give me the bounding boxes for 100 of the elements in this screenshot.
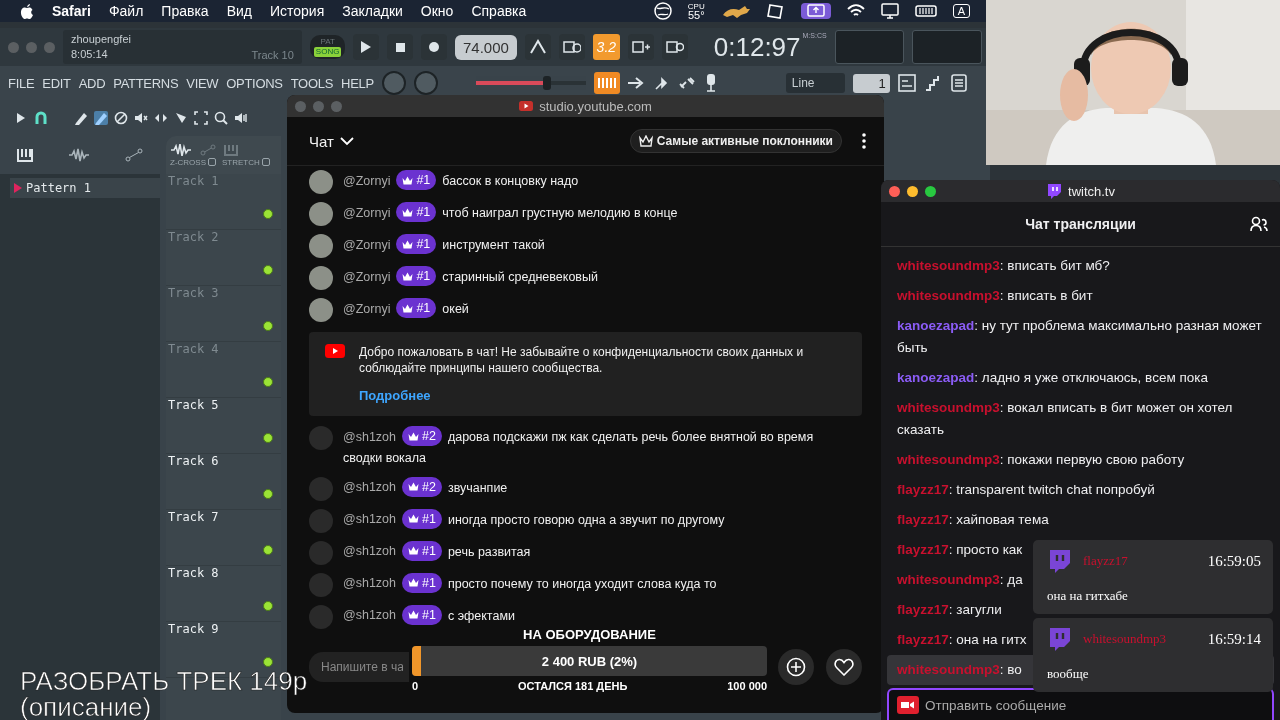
author-name[interactable]: @Zornyi: [343, 173, 391, 188]
message-field[interactable]: Отправить сообщение: [887, 688, 1274, 720]
author-name[interactable]: @sh1zoh: [343, 576, 396, 590]
pattern-item[interactable]: Pattern 1: [10, 178, 160, 198]
learn-more-link[interactable]: Подробнее: [359, 388, 431, 404]
speaker-icon[interactable]: [234, 111, 248, 125]
window-icon[interactable]: [766, 3, 785, 19]
slip-icon[interactable]: [154, 111, 168, 125]
brush-icon[interactable]: [94, 111, 108, 125]
stop-button[interactable]: [387, 34, 414, 60]
magnet-icon[interactable]: [34, 111, 48, 125]
author-name[interactable]: @Zornyi: [343, 269, 391, 284]
menu-item[interactable]: История: [269, 3, 325, 19]
pencil-icon[interactable]: [74, 111, 88, 125]
chat-message: @Zornyi #1 окей: [343, 298, 469, 320]
menu-item[interactable]: Закладки: [342, 3, 403, 19]
menu-item[interactable]: FILE: [8, 75, 35, 91]
track-enable-dot[interactable]: [263, 601, 273, 611]
toolbar-button[interactable]: [558, 34, 585, 60]
window-control[interactable]: [889, 185, 900, 197]
select-icon[interactable]: [194, 111, 208, 125]
track-enable-dot[interactable]: [263, 265, 273, 275]
menu-item[interactable]: EDIT: [42, 75, 71, 91]
mode-option[interactable]: SONG: [313, 47, 342, 57]
author-name[interactable]: @sh1zoh: [343, 544, 396, 558]
users-icon[interactable]: [1250, 216, 1268, 232]
chat-bubble-icon: [1046, 183, 1062, 199]
apple-icon[interactable]: [20, 3, 34, 19]
toolbar-button[interactable]: [661, 34, 688, 60]
like-button[interactable]: [826, 649, 862, 685]
user-name: zhoupengfei: [71, 32, 132, 47]
track-enable-dot[interactable]: [263, 545, 273, 555]
message-field[interactable]: Напишите в ча: [309, 652, 409, 682]
camera-icon[interactable]: [897, 696, 919, 714]
toolbar-button[interactable]: [524, 34, 551, 60]
add-button[interactable]: [778, 649, 814, 685]
chevron-down-icon[interactable]: [339, 136, 354, 146]
no-entry-icon[interactable]: [114, 111, 128, 125]
list-icon[interactable]: [949, 74, 968, 92]
notification-toast[interactable]: flayzz17 16:59:05 она на гитхабе: [1033, 540, 1273, 614]
track-enable-dot[interactable]: [263, 377, 273, 387]
chat-message: @sh1zoh #2 дарова подскажи пж как сделать речь более внятной во время сводки вокала: [343, 426, 823, 469]
author-name[interactable]: @Zornyi: [343, 301, 391, 316]
menu-item[interactable]: Правка: [161, 3, 209, 19]
steps-icon[interactable]: [923, 74, 942, 92]
snap-dropdown[interactable]: Line: [785, 73, 845, 93]
notification-toast[interactable]: whitesoundmp3 16:59:14 вообще: [1033, 618, 1273, 692]
menu-item[interactable]: HELP: [341, 75, 374, 91]
app-menu[interactable]: Safari: [52, 3, 91, 19]
step-field[interactable]: 1: [852, 73, 890, 93]
toggle-option[interactable]: Z-CROSS: [170, 157, 216, 167]
menu-item[interactable]: VIEW: [186, 75, 219, 91]
arrow-right-icon[interactable]: [627, 76, 646, 90]
mute-icon[interactable]: [134, 111, 148, 125]
window-control[interactable]: [907, 185, 918, 197]
memory-icon[interactable]: [914, 4, 937, 18]
track-enable-dot[interactable]: [263, 321, 273, 331]
tempo-field[interactable]: 74.000: [455, 34, 517, 60]
automation-icon[interactable]: [124, 148, 143, 162]
toolbar-button[interactable]: [628, 34, 654, 60]
screen-share-icon[interactable]: [806, 4, 825, 18]
track-enable-dot[interactable]: [263, 433, 273, 443]
menu-item[interactable]: ADD: [78, 75, 106, 91]
chat-title[interactable]: Чат: [309, 132, 334, 150]
track-enable-dot[interactable]: [263, 657, 273, 667]
menu-item[interactable]: Справка: [471, 3, 527, 19]
window-control[interactable]: [925, 185, 936, 197]
menu-item[interactable]: TOOLS: [290, 75, 334, 91]
menu-item[interactable]: Файл: [108, 3, 144, 19]
author-name[interactable]: @sh1zoh: [343, 480, 396, 494]
wifi-icon[interactable]: [846, 4, 865, 18]
globe-icon[interactable]: [653, 2, 672, 20]
more-icon[interactable]: [862, 133, 866, 149]
panel-icon[interactable]: [897, 74, 916, 92]
text-input[interactable]: Отправить сообщение: [925, 697, 1264, 713]
menu-item[interactable]: OPTIONS: [226, 75, 283, 91]
mode-switch[interactable]: PAT SONG: [309, 35, 346, 59]
author-name[interactable]: @sh1zoh: [343, 429, 396, 444]
stop-icon: [395, 42, 405, 52]
menu-item[interactable]: PATTERNS: [113, 75, 179, 91]
menu-item[interactable]: Вид: [226, 3, 252, 19]
piano-icon[interactable]: [593, 72, 620, 94]
author-name[interactable]: @sh1zoh: [343, 608, 396, 622]
zoom-icon[interactable]: [214, 111, 228, 125]
slider-thumb[interactable]: [543, 76, 552, 90]
display-icon[interactable]: [880, 3, 899, 19]
record-button[interactable]: [421, 34, 447, 60]
toggle-option[interactable]: STRETCH: [222, 157, 270, 167]
track-enable-dot[interactable]: [263, 209, 273, 219]
menu-item[interactable]: Окно: [420, 3, 454, 19]
author-name[interactable]: @Zornyi: [343, 237, 391, 252]
input-source-indicator[interactable]: A: [952, 4, 970, 18]
waveform-icon[interactable]: [68, 148, 90, 162]
link-icon[interactable]: [677, 75, 696, 91]
author-name[interactable]: @Zornyi: [343, 205, 391, 220]
author-name[interactable]: @sh1zoh: [343, 512, 396, 526]
top-fans-button[interactable]: Самые активные поклонники: [629, 129, 842, 153]
play-button[interactable]: [353, 34, 380, 60]
track-enable-dot[interactable]: [263, 489, 273, 499]
rank-badge: #1: [396, 234, 437, 254]
